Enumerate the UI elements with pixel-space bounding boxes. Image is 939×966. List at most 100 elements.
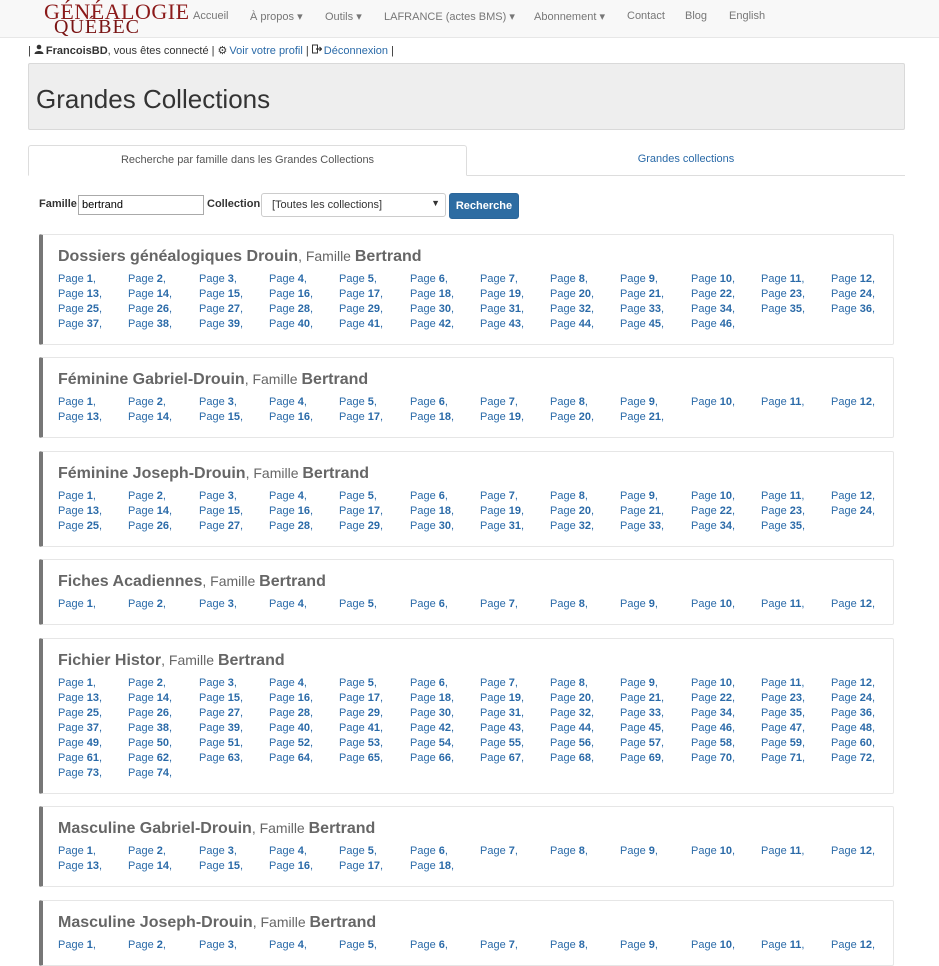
page-link[interactable]: Page 2, [128,489,198,504]
page-link[interactable]: Page 19, [480,410,550,425]
page-link[interactable]: Page 10, [691,395,761,410]
page-link[interactable]: Page 29, [339,302,409,317]
page-link[interactable]: Page 6, [410,395,480,410]
page-link[interactable]: Page 5, [339,597,409,612]
page-link[interactable]: Page 58, [691,736,761,751]
nav-abonnement[interactable]: Abonnement ▾ [534,10,605,23]
page-link[interactable]: Page 20, [550,691,620,706]
page-link[interactable]: Page 16, [269,859,339,874]
page-link[interactable]: Page 15, [199,859,269,874]
page-link[interactable]: Page 29, [339,706,409,721]
page-link[interactable]: Page 2, [128,272,198,287]
page-link[interactable]: Page 46, [691,317,761,332]
page-link[interactable]: Page 44, [550,317,620,332]
page-link[interactable]: Page 32, [550,519,620,534]
page-link[interactable]: Page 25, [58,302,128,317]
page-link[interactable]: Page 10, [691,489,761,504]
page-link[interactable]: Page 31, [480,302,550,317]
page-link[interactable]: Page 2, [128,395,198,410]
page-link[interactable]: Page 26, [128,302,198,317]
nav-blog[interactable]: Blog [685,10,707,22]
page-link[interactable]: Page 13, [58,287,128,302]
page-link[interactable]: Page 22, [691,504,761,519]
page-link[interactable]: Page 18, [410,691,480,706]
nav-lafrance[interactable]: LAFRANCE (actes BMS) ▾ [384,10,515,23]
page-link[interactable]: Page 4, [269,272,339,287]
page-link[interactable]: Page 14, [128,859,198,874]
page-link[interactable]: Page 21, [620,410,690,425]
page-link[interactable]: Page 56, [550,736,620,751]
page-link[interactable]: Page 15, [199,287,269,302]
page-link[interactable]: Page 60, [831,736,901,751]
page-link[interactable]: Page 11, [761,676,831,691]
page-link[interactable]: Page 11, [761,938,831,953]
page-link[interactable]: Page 22, [691,691,761,706]
tab-grandes-collections[interactable]: Grandes collections [467,145,905,176]
page-link[interactable]: Page 31, [480,519,550,534]
page-link[interactable]: Page 22, [691,287,761,302]
page-link[interactable]: Page 52, [269,736,339,751]
page-link[interactable]: Page 28, [269,302,339,317]
page-link[interactable]: Page 50, [128,736,198,751]
page-link[interactable]: Page 5, [339,844,409,859]
page-link[interactable]: Page 4, [269,938,339,953]
page-link[interactable]: Page 1, [58,272,128,287]
page-link[interactable]: Page 2, [128,938,198,953]
page-link[interactable]: Page 10, [691,676,761,691]
page-link[interactable]: Page 20, [550,504,620,519]
nav-contact[interactable]: Contact [627,10,665,22]
page-link[interactable]: Page 44, [550,721,620,736]
page-link[interactable]: Page 38, [128,721,198,736]
page-link[interactable]: Page 16, [269,504,339,519]
page-link[interactable]: Page 21, [620,504,690,519]
page-link[interactable]: Page 30, [410,302,480,317]
page-link[interactable]: Page 13, [58,691,128,706]
page-link[interactable]: Page 32, [550,302,620,317]
page-link[interactable]: Page 40, [269,317,339,332]
page-link[interactable]: Page 16, [269,410,339,425]
page-link[interactable]: Page 16, [269,287,339,302]
page-link[interactable]: Page 1, [58,938,128,953]
page-link[interactable]: Page 3, [199,395,269,410]
page-link[interactable]: Page 4, [269,597,339,612]
page-link[interactable]: Page 24, [831,504,901,519]
page-link[interactable]: Page 39, [199,317,269,332]
page-link[interactable]: Page 15, [199,410,269,425]
page-link[interactable]: Page 45, [620,317,690,332]
page-link[interactable]: Page 38, [128,317,198,332]
page-link[interactable]: Page 74, [128,766,198,781]
page-link[interactable]: Page 15, [199,691,269,706]
page-link[interactable]: Page 6, [410,597,480,612]
page-link[interactable]: Page 34, [691,302,761,317]
page-link[interactable]: Page 43, [480,721,550,736]
page-link[interactable]: Page 8, [550,395,620,410]
page-link[interactable]: Page 6, [410,489,480,504]
page-link[interactable]: Page 7, [480,676,550,691]
page-link[interactable]: Page 46, [691,721,761,736]
page-link[interactable]: Page 3, [199,489,269,504]
page-link[interactable]: Page 59, [761,736,831,751]
page-link[interactable]: Page 54, [410,736,480,751]
page-link[interactable]: Page 29, [339,519,409,534]
page-link[interactable]: Page 6, [410,938,480,953]
page-link[interactable]: Page 26, [128,519,198,534]
page-link[interactable]: Page 6, [410,676,480,691]
page-link[interactable]: Page 41, [339,317,409,332]
page-link[interactable]: Page 13, [58,859,128,874]
page-link[interactable]: Page 67, [480,751,550,766]
page-link[interactable]: Page 6, [410,844,480,859]
page-link[interactable]: Page 47, [761,721,831,736]
page-link[interactable]: Page 10, [691,844,761,859]
logout-link[interactable]: Déconnexion [324,45,388,57]
page-link[interactable]: Page 61, [58,751,128,766]
page-link[interactable]: Page 9, [620,597,690,612]
page-link[interactable]: Page 34, [691,519,761,534]
page-link[interactable]: Page 17, [339,287,409,302]
page-link[interactable]: Page 9, [620,938,690,953]
page-link[interactable]: Page 42, [410,317,480,332]
page-link[interactable]: Page 34, [691,706,761,721]
page-link[interactable]: Page 4, [269,489,339,504]
page-link[interactable]: Page 19, [480,287,550,302]
page-link[interactable]: Page 7, [480,489,550,504]
page-link[interactable]: Page 64, [269,751,339,766]
